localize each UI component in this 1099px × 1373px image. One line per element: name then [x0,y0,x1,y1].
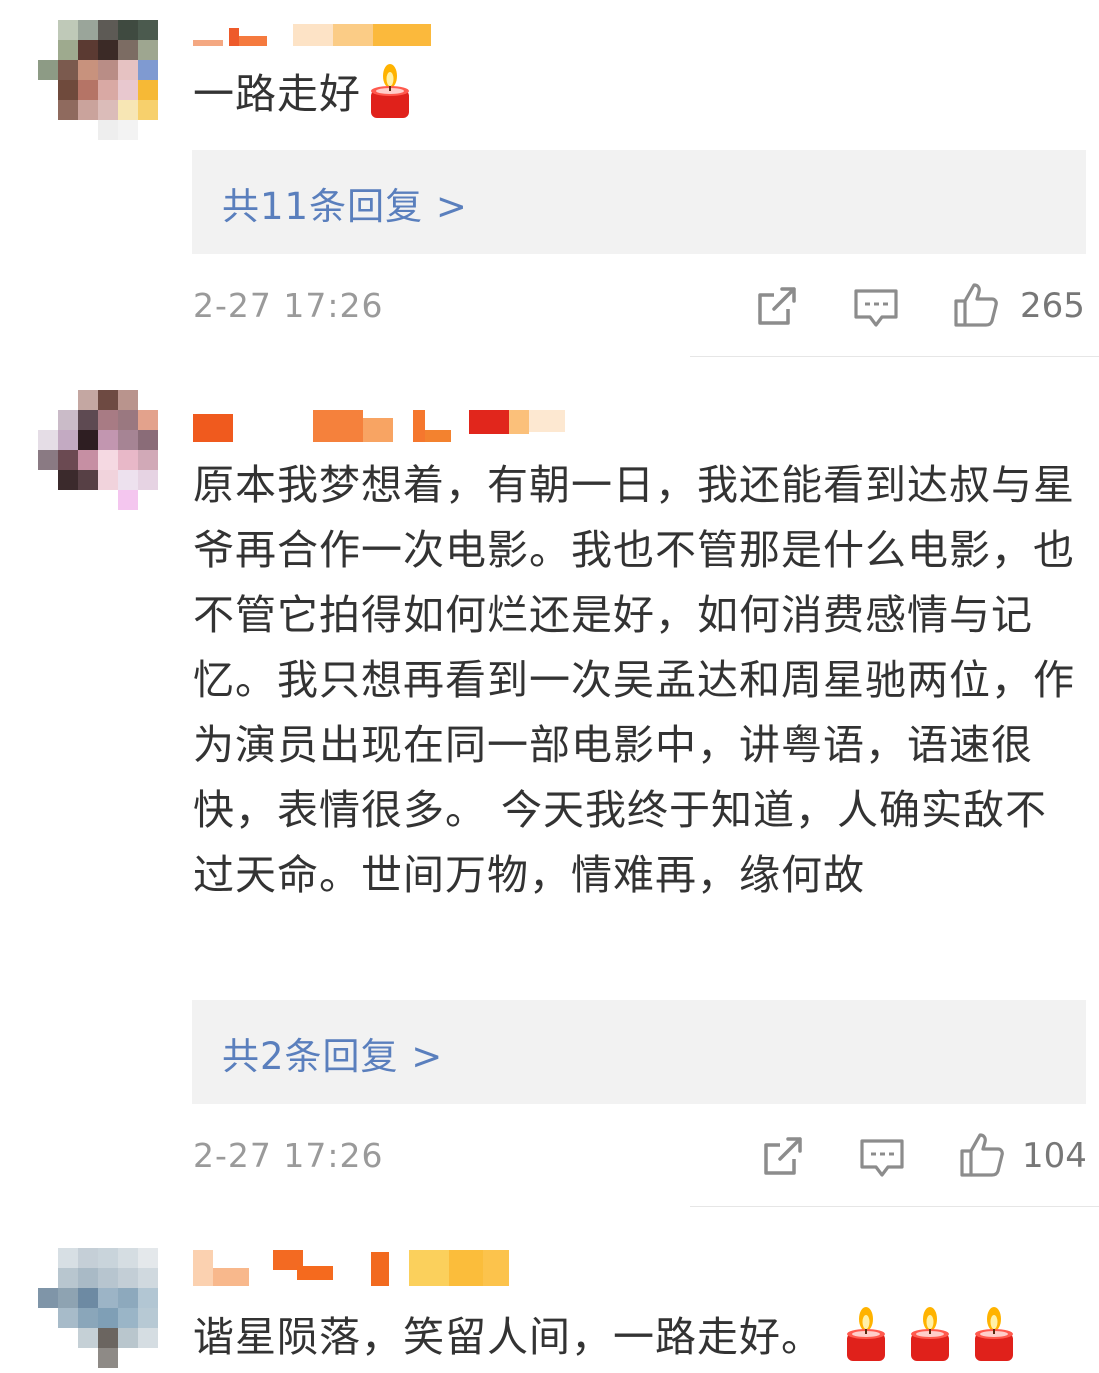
timestamp: 2-27 17:26 [193,1136,384,1175]
view-replies-button[interactable]: 共11条回复 > [192,150,1086,254]
replies-link-label: 共2条回复 > [222,1035,444,1078]
replies-link-label: 共11条回复 > [222,185,468,228]
comment-text: 谐星陨落，笑留人间，一路走好。 [193,1305,1083,1370]
share-icon[interactable] [752,283,800,331]
divider [690,356,1099,357]
avatar[interactable] [38,390,158,510]
comment-icon[interactable] [858,1133,906,1181]
thumbs-up-icon[interactable] [952,281,1000,329]
share-icon[interactable] [758,1133,806,1181]
timestamp: 2-27 17:26 [193,286,384,325]
like-count: 104 [1022,1136,1087,1176]
comment-icon[interactable] [852,283,900,331]
username[interactable] [193,22,433,52]
view-replies-button[interactable]: 共2条回复 > [192,1000,1086,1104]
candle-emoji-icon [847,1307,885,1361]
username[interactable] [193,1250,513,1286]
username[interactable] [193,410,573,442]
avatar[interactable] [38,1248,158,1368]
candle-emoji-icon [975,1307,1013,1361]
comment-body: 一路走好 [193,70,361,118]
comment-body: 谐星陨落，笑留人间，一路走好。 [193,1313,823,1361]
comment-text: 原本我梦想着，有朝一日，我还能看到达叔与星爷再合作一次电影。我也不管那是什么电影… [193,461,1075,899]
like-count: 265 [1020,286,1085,326]
thumbs-up-icon[interactable] [958,1131,1006,1179]
candle-emoji-icon [911,1307,949,1361]
comment-text: 一路走好 [193,62,1083,127]
avatar[interactable] [38,20,158,140]
candle-emoji-icon [371,64,409,118]
divider [690,1206,1099,1207]
